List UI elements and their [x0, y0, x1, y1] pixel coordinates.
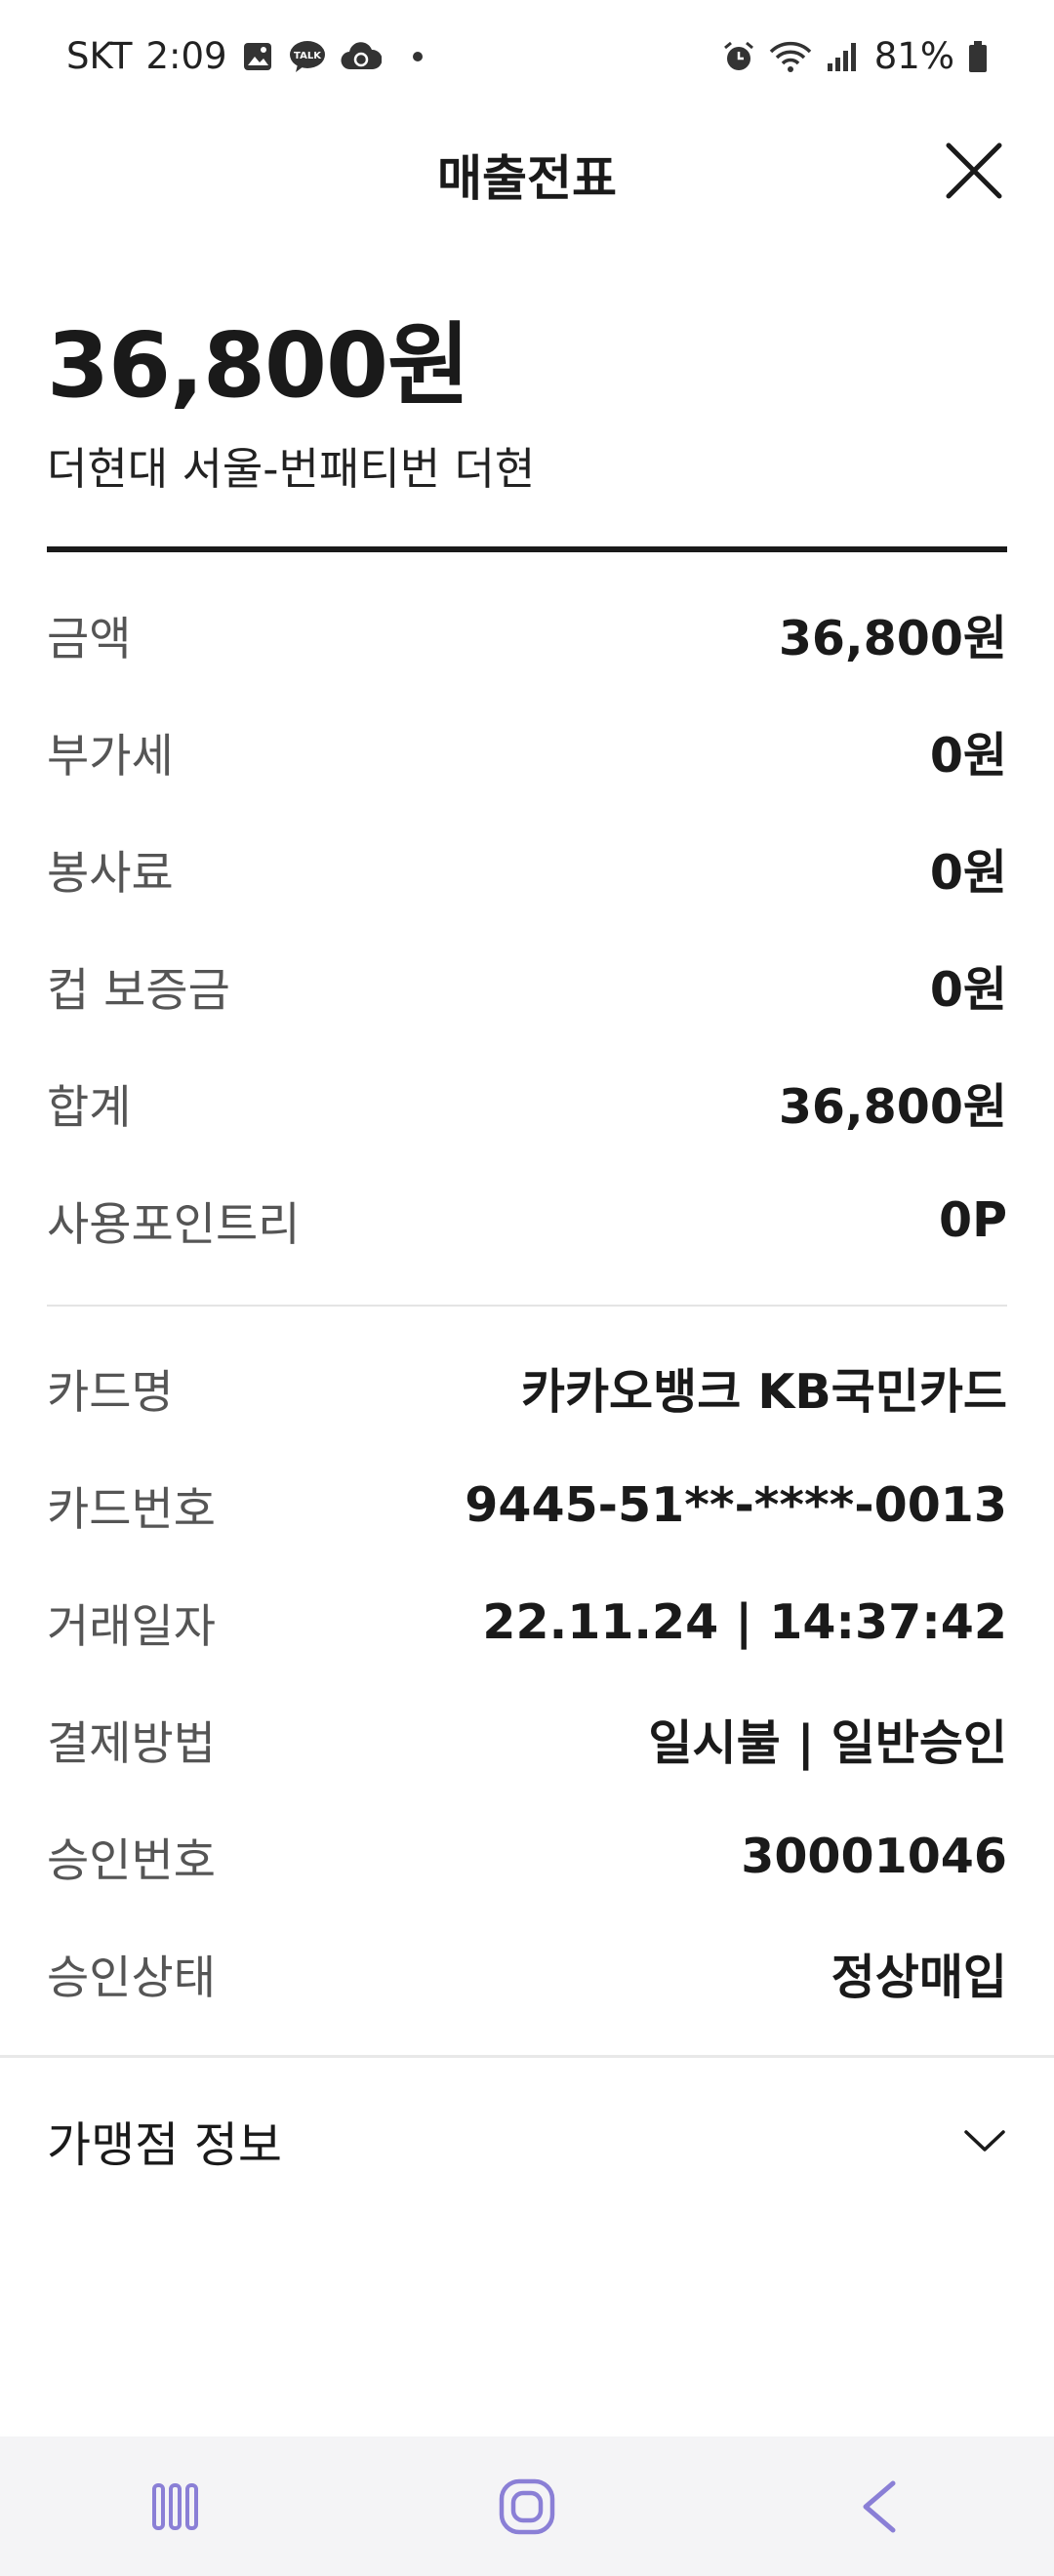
row-value: 0원	[929, 727, 1007, 784]
close-button[interactable]	[935, 132, 1013, 210]
detail-row-points: 사용포인트리 0P	[47, 1161, 1007, 1278]
section-divider	[47, 546, 1007, 552]
amount-details: 금액 36,800원 부가세 0원 봉사료 0원 컵 보증금 0원 합계 36,…	[47, 576, 1007, 1278]
row-value: 0원	[929, 844, 1007, 901]
detail-row-approval-status: 승인상태 정상매입	[47, 1914, 1007, 2032]
row-value: 36,800원	[778, 610, 1007, 666]
recent-apps-button[interactable]	[117, 2458, 234, 2556]
row-value: 정상매입	[831, 1949, 1007, 2005]
kakaotalk-icon: TALK	[288, 39, 327, 74]
row-value: 일시불 | 일반승인	[648, 1714, 1007, 1771]
row-label: 승인상태	[47, 1951, 216, 2005]
battery-percent: 81%	[873, 35, 954, 77]
chevron-down-icon	[964, 2130, 1005, 2152]
row-label: 봉사료	[47, 846, 174, 901]
image-icon	[241, 40, 274, 73]
home-icon	[499, 2478, 555, 2534]
home-button[interactable]	[468, 2458, 586, 2556]
battery-icon	[968, 40, 988, 73]
row-value: 30001046	[741, 1828, 1007, 1884]
row-label: 부가세	[47, 729, 174, 784]
divider	[0, 2055, 1054, 2058]
row-label: 카드명	[47, 1365, 174, 1420]
detail-row-approval-number: 승인번호 30001046	[47, 1797, 1007, 1914]
row-label: 거래일자	[47, 1599, 216, 1654]
row-value: 카카오뱅크 KB국민카드	[520, 1363, 1007, 1420]
back-icon	[863, 2480, 896, 2532]
detail-row-amount: 금액 36,800원	[47, 576, 1007, 693]
detail-row-transaction-date: 거래일자 22.11.24 | 14:37:42	[47, 1563, 1007, 1680]
merchant-name: 더현대 서울-번패티번 더현	[47, 443, 536, 495]
detail-row-total: 합계 36,800원	[47, 1044, 1007, 1161]
row-label: 카드번호	[47, 1482, 216, 1537]
detail-row-cup-deposit: 컵 보증금 0원	[47, 927, 1007, 1044]
row-label: 컵 보증금	[47, 963, 230, 1018]
detail-row-service-charge: 봉사료 0원	[47, 810, 1007, 927]
wifi-icon	[769, 40, 812, 73]
card-details: 카드명 카카오뱅크 KB국민카드 카드번호 9445-51**-****-001…	[47, 1329, 1007, 2032]
svg-text:TALK: TALK	[294, 51, 322, 61]
detail-row-card-name: 카드명 카카오뱅크 KB국민카드	[47, 1329, 1007, 1446]
row-label: 결제방법	[47, 1716, 216, 1771]
back-button[interactable]	[820, 2458, 937, 2556]
detail-row-vat: 부가세 0원	[47, 693, 1007, 810]
header: 매출전표	[0, 112, 1054, 229]
detail-row-card-number: 카드번호 9445-51**-****-0013	[47, 1446, 1007, 1563]
merchant-info-toggle[interactable]: 가맹점 정보	[47, 2078, 1007, 2203]
row-value: 9445-51**-****-0013	[465, 1476, 1007, 1533]
row-value: 36,800원	[778, 1078, 1007, 1135]
close-icon	[946, 142, 1002, 199]
clock: 2:09	[145, 35, 227, 77]
row-label: 금액	[47, 612, 132, 666]
merchant-info-label: 가맹점 정보	[47, 2116, 282, 2173]
recent-apps-icon	[152, 2482, 198, 2530]
total-amount: 36,800원	[47, 313, 470, 418]
page-title: 매출전표	[437, 150, 617, 207]
status-right: 81%	[722, 35, 988, 77]
row-value: 0P	[938, 1191, 1007, 1248]
row-label: 합계	[47, 1080, 132, 1135]
system-nav-bar	[0, 2436, 1054, 2576]
row-label: 승인번호	[47, 1833, 216, 1888]
notification-dot	[412, 51, 423, 61]
row-value: 0원	[929, 961, 1007, 1018]
signal-icon	[826, 40, 861, 73]
status-left: SKT 2:09 TALK	[66, 35, 423, 77]
row-value: 22.11.24 | 14:37:42	[482, 1593, 1007, 1650]
detail-row-payment-method: 결제방법 일시불 | 일반승인	[47, 1680, 1007, 1797]
cloud-sync-icon	[341, 40, 382, 73]
divider	[47, 1305, 1007, 1307]
alarm-icon	[722, 40, 755, 73]
status-bar: SKT 2:09 TALK 81%	[0, 0, 1054, 112]
carrier-label: SKT	[66, 35, 133, 77]
row-label: 사용포인트리	[47, 1197, 301, 1252]
